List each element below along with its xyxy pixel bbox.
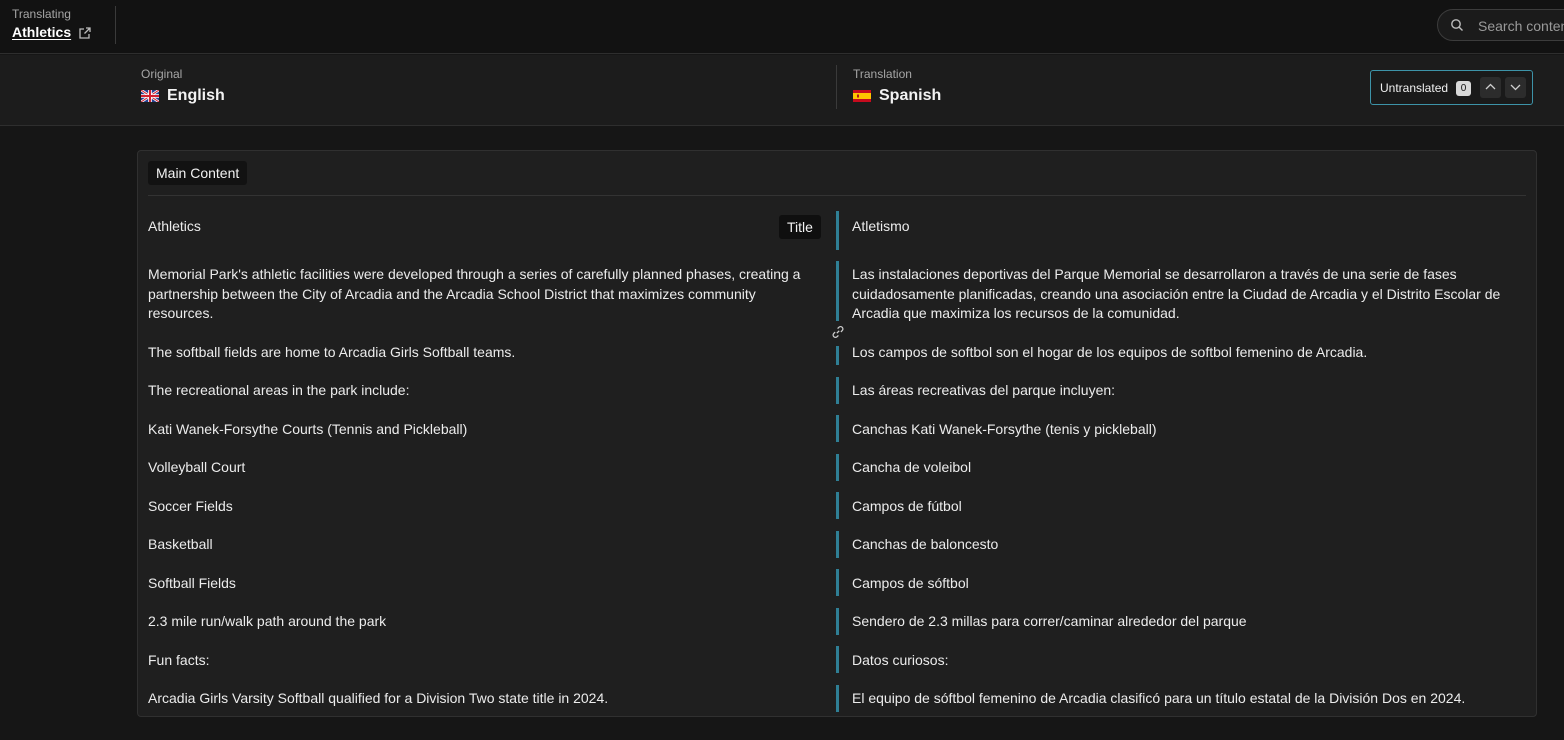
source-text: Arcadia Girls Varsity Softball qualified… [148, 690, 609, 706]
target-text[interactable]: Campos de fútbol [852, 497, 1512, 517]
source-text: Kati Wanek-Forsythe Courts (Tennis and P… [148, 421, 468, 437]
untranslated-filter[interactable]: Untranslated 0 [1370, 70, 1533, 105]
search-icon [1451, 19, 1463, 31]
segment-bar [836, 377, 839, 404]
target-text[interactable]: Datos curiosos: [852, 651, 1512, 671]
segment-bar [836, 261, 839, 321]
segment-bar [836, 211, 839, 250]
source-text: Basketball [148, 536, 213, 552]
translation-language: Translation Spanish [853, 67, 941, 105]
translating-label: Translating [12, 7, 71, 21]
target-text[interactable]: Las instalaciones deportivas del Parque … [852, 265, 1512, 324]
source-text: Athletics [148, 218, 201, 234]
segment-bar [836, 454, 839, 481]
segment-bar [836, 531, 839, 558]
source-text: 2.3 mile run/walk path around the park [148, 613, 387, 629]
target-text[interactable]: Los campos de softbol son el hogar de lo… [852, 343, 1512, 363]
top-divider [115, 6, 116, 44]
segment-bar [836, 646, 839, 673]
untranslated-count-badge: 0 [1456, 81, 1471, 96]
original-language: Original English [141, 67, 225, 105]
source-text: Softball Fields [148, 575, 236, 591]
language-header: Original English Translation Spanish Unt… [0, 55, 1564, 126]
segment-bar [836, 569, 839, 596]
source-text: The softball fields are home to Arcadia … [148, 344, 516, 360]
target-text[interactable]: Cancha de voleibol [852, 458, 1512, 478]
external-link-icon[interactable] [78, 26, 92, 40]
source-text: The recreational areas in the park inclu… [148, 382, 410, 398]
chevron-up-icon [1485, 83, 1496, 90]
title-field-badge: Title [779, 215, 821, 239]
segment-bar [836, 415, 839, 442]
source-text: Memorial Park's athletic facilities were… [148, 266, 801, 321]
section-divider [148, 195, 1526, 196]
target-text[interactable]: Canchas Kati Wanek-Forsythe (tenis y pic… [852, 420, 1512, 440]
link-icon[interactable] [830, 324, 846, 340]
chevron-down-icon [1510, 84, 1521, 91]
segment-bar [836, 346, 839, 365]
section-label: Main Content [148, 161, 248, 185]
target-text[interactable]: Atletismo [852, 217, 1512, 237]
translation-label: Translation [853, 67, 912, 81]
document-title-link[interactable]: Athletics [12, 24, 71, 40]
language-divider [836, 65, 837, 109]
target-text[interactable]: Sendero de 2.3 millas para correr/camina… [852, 612, 1512, 632]
translation-language-name: Spanish [879, 87, 942, 104]
next-untranslated-button[interactable] [1505, 77, 1526, 98]
source-text: Fun facts: [148, 652, 210, 668]
spain-flag-icon [853, 90, 871, 102]
top-bar: Translating Athletics [0, 0, 1564, 54]
original-label: Original [141, 67, 183, 81]
previous-untranslated-button[interactable] [1480, 77, 1501, 98]
segment-bar [836, 492, 839, 519]
source-text: Volleyball Court [148, 459, 246, 475]
search-box[interactable] [1437, 9, 1564, 41]
segment-bar [836, 685, 839, 712]
target-text[interactable]: El equipo de sóftbol femenino de Arcadia… [852, 689, 1512, 709]
main-content-card: Main Content Athletics Atletismo Title M… [137, 150, 1537, 717]
untranslated-label: Untranslated [1380, 81, 1449, 95]
target-text[interactable]: Las áreas recreativas del parque incluye… [852, 381, 1512, 401]
segment-bar [836, 608, 839, 635]
search-input[interactable] [1478, 16, 1564, 36]
target-text[interactable]: Campos de sóftbol [852, 574, 1512, 594]
uk-flag-icon [141, 90, 159, 102]
source-text: Soccer Fields [148, 498, 233, 514]
target-text[interactable]: Canchas de baloncesto [852, 535, 1512, 555]
original-language-name: English [167, 87, 225, 104]
